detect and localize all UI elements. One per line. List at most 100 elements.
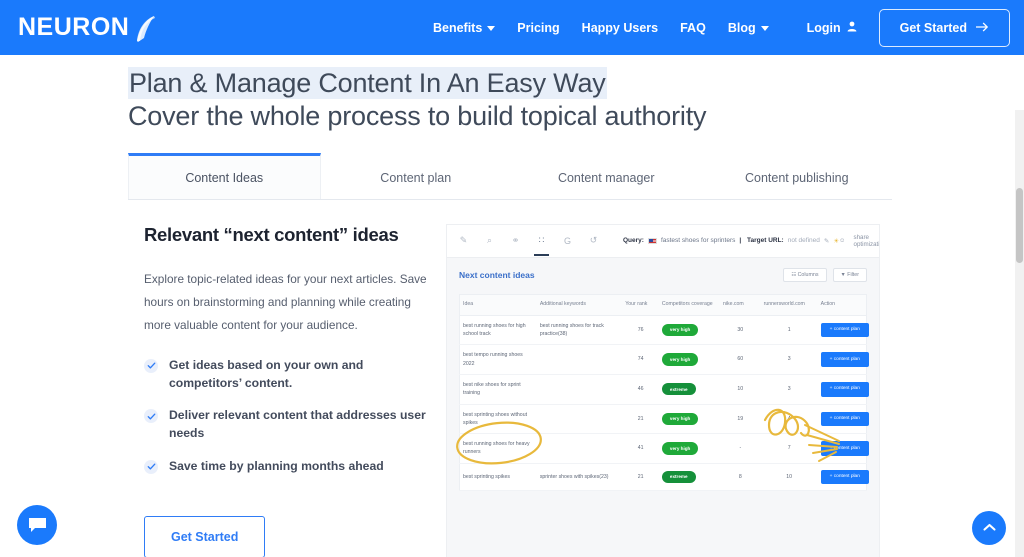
add-content-plan-button[interactable]: + content plan	[820, 322, 869, 338]
nav-item-pricing[interactable]: Pricing	[517, 21, 559, 35]
get-started-button-feature[interactable]: Get Started	[144, 516, 266, 557]
cell-keywords: sprinter shoes with spikes(23)	[536, 463, 623, 492]
hero-line-2: Cover the whole process to build topical…	[128, 100, 707, 131]
check-icon	[144, 409, 158, 424]
add-content-plan-button[interactable]: + content plan	[820, 381, 869, 397]
add-content-plan-button[interactable]: + content plan	[820, 411, 869, 427]
cell-keywords	[536, 433, 623, 464]
table-header: Idea Additional keywords Your rank Compe…	[459, 294, 867, 316]
cell-runnersworld: 7	[760, 433, 818, 464]
cell-idea: best tempo running shoes 2022	[459, 344, 537, 375]
table-row[interactable]: best running shoes for high school track…	[459, 315, 869, 346]
query-bar: Query: fastest shoes for sprinters | Tar…	[623, 237, 839, 245]
tab-content-ideas[interactable]: Content Ideas	[128, 152, 321, 199]
add-content-plan-button[interactable]: + content plan	[820, 469, 869, 485]
col-action: Action	[817, 294, 867, 316]
cell-keywords: best running shoes for track practice(38…	[536, 315, 623, 346]
col-runnersworld[interactable]: runnersworld.com	[760, 294, 818, 316]
scrollbar-thumb[interactable]	[1016, 188, 1023, 263]
search-icon[interactable]: ⌕	[482, 231, 497, 251]
add-content-plan-button[interactable]: + content plan	[820, 441, 869, 456]
cell-nike: 30	[719, 315, 761, 346]
status-badge: extreme	[661, 383, 696, 396]
login-button[interactable]: Login	[807, 21, 857, 35]
cell-runnersworld: 3	[760, 374, 818, 405]
cell-rank: 41	[622, 433, 659, 464]
app-tool-icons: ✎ ⌕ ⚭ ∷ G ↺	[456, 231, 601, 256]
table-body: best running shoes for high school track…	[459, 315, 869, 492]
scroll-to-top-button[interactable]	[972, 511, 1006, 545]
tab-content-publishing[interactable]: Content publishing	[702, 153, 893, 199]
col-your-rank[interactable]: Your rank	[622, 294, 659, 316]
table-row[interactable]: best tempo running shoes 2022 74 very hi…	[459, 344, 869, 375]
pen-icon[interactable]: ✎	[456, 231, 471, 251]
scrollbar[interactable]	[1015, 110, 1024, 557]
pencil-icon[interactable]: ✎	[824, 237, 829, 245]
nav-label: Benefits	[432, 20, 483, 35]
cell-coverage: extreme	[658, 463, 720, 492]
page-body: Plan & Manage Content In An Easy Way Cov…	[0, 55, 1024, 557]
get-started-button-header[interactable]: Get Started	[878, 8, 1010, 47]
status-badge: extreme	[661, 470, 696, 484]
add-content-plan-button[interactable]: + content plan	[820, 352, 869, 367]
col-additional-keywords[interactable]: Additional keywords	[536, 294, 623, 316]
cell-action: + content plan	[817, 374, 869, 405]
cell-idea: best sprinting shoes without spikes	[459, 404, 537, 435]
nav-item-faq[interactable]: FAQ	[680, 21, 706, 35]
ideas-table: Idea Additional keywords Your rank Compe…	[459, 293, 869, 492]
filter-button[interactable]: ▼ Filter	[832, 267, 867, 282]
status-badge: very high	[661, 353, 699, 366]
cell-coverage: very high	[658, 404, 720, 435]
nav-item-benefits[interactable]: Benefits	[432, 20, 496, 35]
cell-runnersworld: 10	[760, 463, 818, 492]
nav-item-happy-users[interactable]: Happy Users	[582, 21, 658, 35]
table-row[interactable]: best nike shoes for sprint training 46 e…	[459, 374, 869, 405]
chevron-down-icon	[760, 26, 769, 31]
chat-bubble-icon[interactable]	[17, 505, 57, 545]
nav-label: FAQ	[680, 20, 706, 35]
tab-content-plan[interactable]: Content plan	[321, 153, 512, 199]
cell-rank: 74	[622, 344, 659, 375]
app-panel-header: Next content ideas ☷ Columns ▼ Filter	[459, 267, 867, 282]
status-badge: very high	[661, 323, 699, 337]
nav-menu: Benefits Pricing Happy Users FAQ Blog	[433, 21, 769, 35]
app-panel-actions: ☷ Columns ▼ Filter	[783, 267, 867, 282]
cell-action: + content plan	[817, 433, 869, 464]
app-toolbar-right: ☺ share optimization ✢	[839, 234, 880, 248]
feather-icon	[133, 14, 159, 44]
col-nike[interactable]: nike.com	[719, 294, 761, 316]
cell-coverage: very high	[658, 344, 720, 375]
cell-coverage: very high	[658, 315, 720, 346]
col-competitors-coverage[interactable]: Competitors coverage	[658, 294, 720, 316]
target-url-label-text: Target URL:	[747, 237, 784, 245]
table-row[interactable]: best running shoes for heavy runners 41 …	[459, 433, 869, 464]
nav-label: Blog	[727, 20, 756, 35]
page-title: Plan & Manage Content In An Easy Way Cov…	[128, 67, 1024, 133]
check-icon	[144, 358, 158, 373]
table-row[interactable]: best sprinting spikes sprinter shoes wit…	[459, 463, 869, 492]
cell-rank: 21	[622, 404, 659, 435]
arrow-right-icon	[975, 21, 989, 35]
us-flag-icon	[647, 237, 657, 244]
link-icon[interactable]: ⚭	[508, 231, 523, 251]
feature-copy: Relevant “next content” ideas Explore to…	[128, 224, 446, 557]
list-item: Get ideas based on your own and competit…	[144, 357, 428, 392]
nav-item-blog[interactable]: Blog	[728, 21, 769, 35]
cell-action: + content plan	[817, 315, 869, 346]
refresh-icon[interactable]: ↺	[586, 231, 601, 251]
share-optimization-label[interactable]: share optimization	[854, 234, 880, 248]
get-started-label: Get Started	[899, 20, 967, 35]
columns-button[interactable]: ☷ Columns	[783, 267, 827, 282]
col-idea[interactable]: Idea	[459, 294, 537, 316]
ideas-grid-icon[interactable]: ∷	[534, 231, 549, 256]
logo[interactable]: NEURON	[18, 13, 159, 43]
google-icon[interactable]: G	[560, 231, 575, 251]
bullet-text: Save time by planning months ahead	[169, 458, 384, 473]
tab-bar: Content Ideas Content plan Content manag…	[128, 152, 893, 200]
nav-label: Happy Users	[581, 20, 659, 35]
status-badge: very high	[661, 442, 699, 455]
table-row[interactable]: best sprinting shoes without spikes 21 v…	[459, 404, 869, 435]
target-url-value: not defined	[787, 237, 820, 245]
tab-content-manager[interactable]: Content manager	[511, 153, 702, 199]
cell-action: + content plan	[817, 404, 869, 435]
